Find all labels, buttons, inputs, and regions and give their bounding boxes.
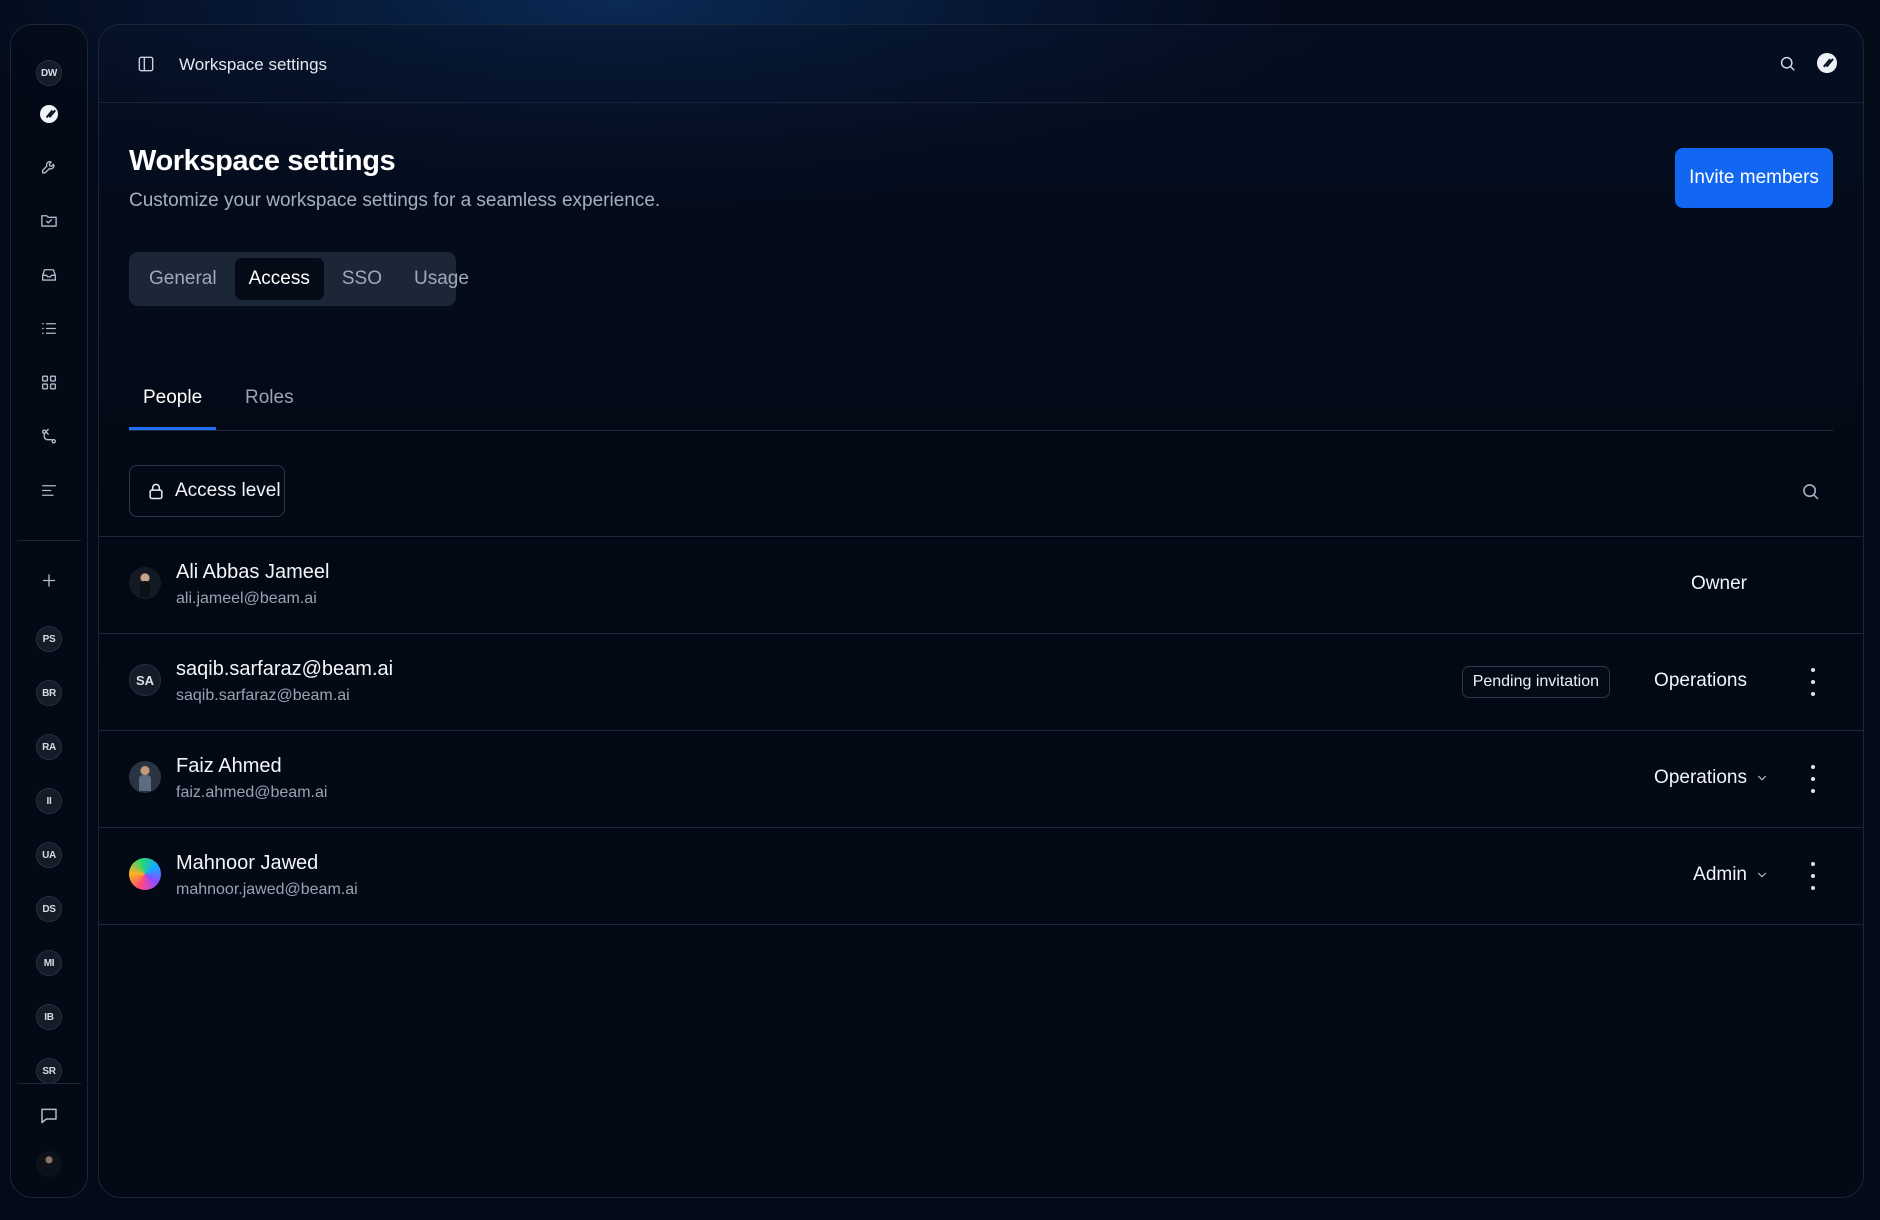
chevron-down-icon bbox=[1757, 775, 1767, 781]
workspace-ra[interactable]: RA bbox=[36, 734, 62, 760]
member-role: Owner bbox=[1691, 573, 1747, 595]
member-name: saqib.sarfaraz@beam.ai bbox=[176, 658, 394, 680]
workspace-sr[interactable]: SR bbox=[36, 1058, 62, 1084]
main-panel: Workspace settings Workspace settings Cu… bbox=[98, 24, 1864, 1198]
pending-invitation-badge: Pending invitation bbox=[1461, 666, 1610, 698]
lock-icon bbox=[149, 483, 163, 500]
tab-general[interactable]: General bbox=[135, 258, 231, 300]
member-search-icon[interactable] bbox=[1800, 481, 1821, 507]
rail-divider bbox=[17, 1083, 81, 1084]
menu-lines-icon[interactable] bbox=[40, 481, 59, 500]
sidebar-toggle-icon[interactable] bbox=[136, 54, 156, 79]
breadcrumb: Workspace settings bbox=[179, 55, 328, 74]
search-icon[interactable] bbox=[1778, 54, 1797, 78]
workspace-ib[interactable]: IB bbox=[36, 1004, 62, 1030]
workspace-mi[interactable]: MI bbox=[36, 950, 62, 976]
inbox-icon[interactable] bbox=[40, 265, 59, 284]
tab-usage[interactable]: Usage bbox=[400, 258, 483, 300]
subtab-people[interactable]: People bbox=[129, 387, 217, 430]
brand-logo-icon[interactable] bbox=[40, 105, 58, 123]
member-email: saqib.sarfaraz@beam.ai bbox=[176, 687, 350, 704]
wrench-icon[interactable] bbox=[40, 157, 59, 176]
member-avatar: SA bbox=[129, 664, 161, 696]
tab-sso[interactable]: SSO bbox=[328, 258, 396, 300]
role-dropdown[interactable]: Admin bbox=[1693, 864, 1769, 886]
more-options-icon[interactable] bbox=[1809, 765, 1817, 793]
folder-icon[interactable] bbox=[40, 211, 59, 230]
member-row: Faiz Ahmed faiz.ahmed@beam.ai Operations bbox=[99, 731, 1863, 828]
member-avatar bbox=[129, 858, 161, 890]
role-label: Owner bbox=[1691, 573, 1747, 594]
access-level-filter-button[interactable]: Access level bbox=[129, 465, 285, 517]
member-email: ali.jameel@beam.ai bbox=[176, 590, 317, 607]
member-email: mahnoor.jawed@beam.ai bbox=[176, 881, 358, 898]
top-bar: Workspace settings bbox=[99, 25, 1863, 103]
grid-icon[interactable] bbox=[40, 373, 59, 392]
settings-tabs: General Access SSO Usage bbox=[129, 252, 469, 306]
invite-members-button[interactable]: Invite members bbox=[1675, 148, 1833, 208]
more-options-icon[interactable] bbox=[1809, 668, 1817, 696]
role-dropdown[interactable]: Operations bbox=[1654, 767, 1769, 789]
member-name: Faiz Ahmed bbox=[176, 755, 282, 777]
workspace-ua[interactable]: UA bbox=[36, 842, 62, 868]
list-icon[interactable] bbox=[40, 319, 59, 338]
access-subtabs: People Roles bbox=[129, 375, 1833, 431]
member-name: Ali Abbas Jameel bbox=[176, 561, 330, 583]
message-icon[interactable] bbox=[39, 1105, 60, 1126]
workspace-ii[interactable]: II bbox=[36, 788, 62, 814]
tab-access[interactable]: Access bbox=[234, 258, 324, 300]
workspace-avatar[interactable]: DW bbox=[36, 60, 62, 86]
workspace-ps[interactable]: PS bbox=[36, 626, 62, 652]
member-email: faiz.ahmed@beam.ai bbox=[176, 784, 328, 801]
member-name: Mahnoor Jawed bbox=[176, 852, 319, 874]
role-label: Admin bbox=[1693, 864, 1747, 885]
brand-logo-icon[interactable] bbox=[1817, 53, 1837, 73]
plus-icon[interactable] bbox=[40, 571, 59, 590]
workspace-br[interactable]: BR bbox=[36, 680, 62, 706]
chevron-down-icon bbox=[1757, 872, 1767, 878]
workspace-ds[interactable]: DS bbox=[36, 896, 62, 922]
role-label: Operations bbox=[1654, 767, 1747, 788]
git-branch-icon[interactable] bbox=[40, 427, 59, 446]
member-avatar bbox=[129, 567, 161, 599]
page-title: Workspace settings bbox=[129, 145, 396, 177]
role-label: Operations bbox=[1654, 670, 1747, 691]
member-row: SA saqib.sarfaraz@beam.ai saqib.sarfaraz… bbox=[99, 634, 1863, 731]
member-row: Ali Abbas Jameel ali.jameel@beam.ai Owne… bbox=[99, 537, 1863, 634]
subtab-roles[interactable]: Roles bbox=[231, 387, 308, 430]
member-role: Operations bbox=[1654, 670, 1747, 692]
access-level-label: Access level bbox=[175, 480, 281, 501]
user-avatar[interactable] bbox=[36, 1151, 62, 1177]
rail-divider bbox=[17, 540, 81, 541]
members-list: Ali Abbas Jameel ali.jameel@beam.ai Owne… bbox=[99, 536, 1863, 925]
member-avatar bbox=[129, 761, 161, 793]
left-rail: DW PS BR RA II UA DS MI IB SR bbox=[10, 24, 88, 1198]
more-options-icon[interactable] bbox=[1809, 862, 1817, 890]
page-subtitle: Customize your workspace settings for a … bbox=[129, 190, 661, 211]
member-row: Mahnoor Jawed mahnoor.jawed@beam.ai Admi… bbox=[99, 828, 1863, 925]
